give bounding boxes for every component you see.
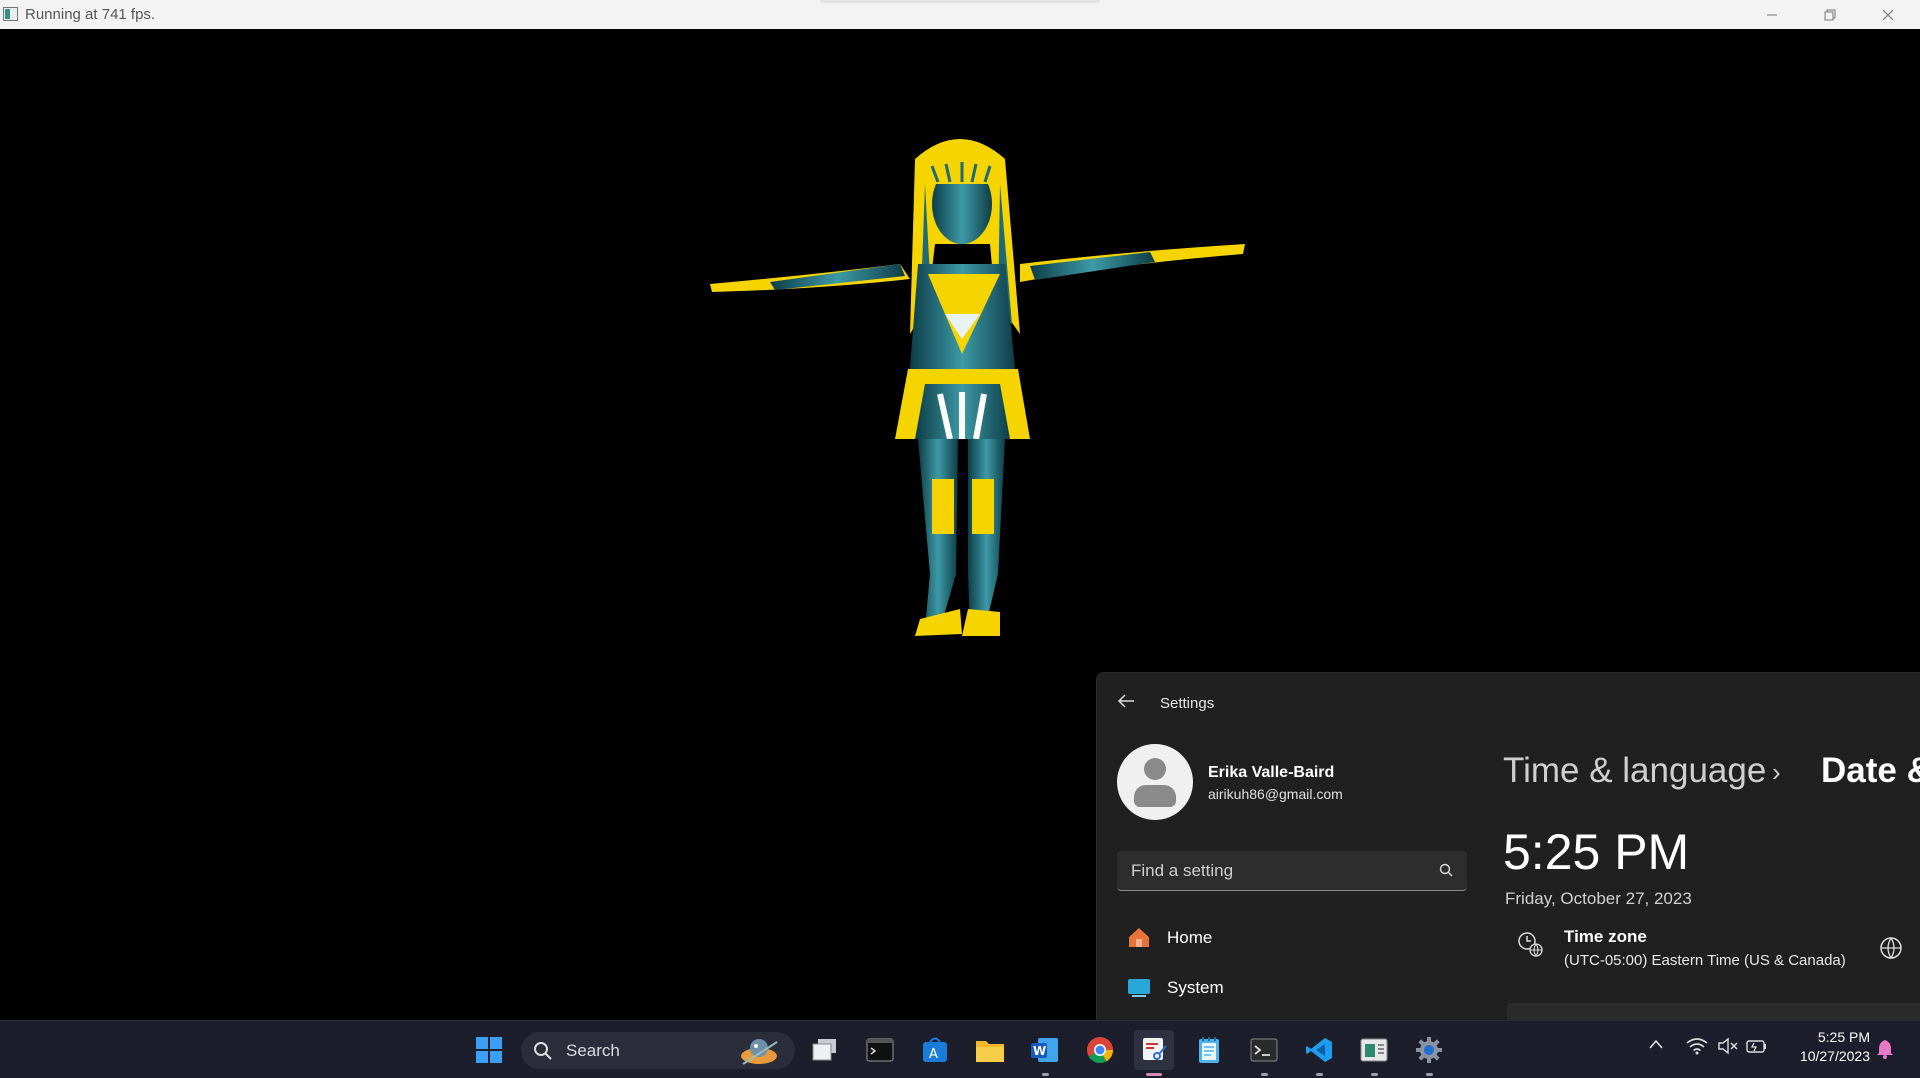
svg-text:A: A	[929, 1047, 938, 1062]
volume-muted-icon[interactable]	[1717, 1037, 1739, 1060]
taskbar-date: 10/27/2023	[1799, 1048, 1870, 1064]
task-view-button[interactable]	[805, 1030, 845, 1070]
snipping-tool-icon	[1143, 1038, 1167, 1060]
command-prompt-icon	[1250, 1038, 1278, 1062]
taskbar-app-terminal[interactable]	[860, 1030, 900, 1070]
search-icon[interactable]	[1439, 863, 1453, 882]
taskbar-clock[interactable]: 5:25 PM 10/27/2023	[1800, 1028, 1870, 1066]
nav-item-home[interactable]: Home	[1117, 918, 1467, 958]
home-icon	[1127, 926, 1151, 953]
taskbar-app-chrome[interactable]	[1080, 1030, 1120, 1070]
minimize-button[interactable]	[1743, 0, 1801, 29]
svg-text:W: W	[1033, 1044, 1046, 1058]
battery-icon[interactable]	[1746, 1037, 1768, 1060]
show-hidden-icons-chevron-icon[interactable]	[1649, 1037, 1663, 1055]
notepad-icon	[1199, 1037, 1219, 1063]
taskbar: Search A W 5:25 PM 10/27/2023	[0, 1020, 1920, 1078]
taskbar-app-word[interactable]: W	[1025, 1030, 1065, 1076]
snap-grip[interactable]	[820, 0, 1100, 3]
search-icon	[533, 1041, 553, 1066]
folder-icon	[976, 1041, 1004, 1062]
system-icon	[1127, 976, 1151, 1003]
taskbar-app-store[interactable]: A	[915, 1030, 955, 1070]
terminal-icon	[866, 1038, 894, 1062]
search-placeholder: Find a setting	[1131, 861, 1234, 880]
time-zone-icon	[1517, 931, 1545, 964]
taskbar-app-file-explorer[interactable]	[970, 1030, 1010, 1070]
app-store-icon: A	[923, 1037, 947, 1062]
gear-icon	[1416, 1037, 1442, 1063]
taskbar-search[interactable]: Search	[521, 1032, 795, 1069]
close-button[interactable]	[1859, 0, 1917, 29]
notification-bell-icon[interactable]	[1876, 1039, 1894, 1064]
wifi-icon[interactable]	[1686, 1037, 1708, 1060]
taskbar-time: 5:25 PM	[1817, 1029, 1870, 1045]
task-view-icon	[812, 1039, 836, 1061]
vscode-icon	[1306, 1038, 1332, 1062]
current-time: 5:25 PM	[1503, 824, 1690, 880]
spreadsheet-app-icon	[1360, 1038, 1388, 1062]
user-email: airikuh86@gmail.com	[1208, 786, 1343, 802]
taskbar-search-label: Search	[566, 1041, 620, 1060]
time-zone-label: Time zone	[1564, 927, 1647, 946]
chrome-icon	[1087, 1037, 1114, 1064]
window-titlebar: Running at 741 fps.	[0, 0, 1920, 30]
restore-icon	[1824, 9, 1836, 20]
user-name: Erika Valle-Baird	[1208, 764, 1335, 781]
character-model	[710, 139, 1245, 636]
window-title: Running at 741 fps.	[25, 6, 156, 23]
breadcrumb-parent[interactable]: Time & language	[1503, 751, 1766, 791]
taskbar-app-terminal-admin[interactable]	[1244, 1030, 1284, 1076]
back-arrow-icon	[1117, 694, 1134, 708]
settings-window: Settings Erika Valle-Baird airikuh86@gma…	[1096, 672, 1920, 1022]
nav-label-home: Home	[1167, 928, 1213, 947]
breadcrumb-current: Date &	[1821, 751, 1920, 790]
taskbar-app-vscode[interactable]	[1299, 1030, 1339, 1076]
time-zone-value: (UTC-05:00) Eastern Time (US & Canada)	[1564, 952, 1846, 969]
word-icon: W	[1031, 1038, 1058, 1062]
back-button[interactable]	[1117, 692, 1135, 713]
search-highlight-icon[interactable]	[733, 1034, 785, 1073]
close-icon	[1882, 9, 1894, 20]
taskbar-app-notepad[interactable]	[1189, 1030, 1229, 1070]
user-avatar[interactable]	[1117, 744, 1193, 820]
globe-icon[interactable]	[1879, 936, 1903, 965]
nav-item-system[interactable]: System	[1117, 968, 1467, 1008]
current-date: Friday, October 27, 2023	[1505, 889, 1692, 908]
nav-label-system: System	[1167, 978, 1224, 997]
taskbar-app-settings[interactable]	[1409, 1030, 1449, 1076]
settings-title: Settings	[1160, 695, 1215, 712]
app-window-icon	[3, 7, 18, 21]
settings-search-input[interactable]: Find a setting	[1117, 851, 1467, 891]
taskbar-app-snipping-tool[interactable]	[1134, 1030, 1174, 1076]
taskbar-app-sheets[interactable]	[1354, 1030, 1394, 1076]
start-button[interactable]	[469, 1030, 509, 1070]
windows-icon	[476, 1037, 502, 1063]
minimize-icon	[1767, 14, 1777, 15]
restore-button[interactable]	[1801, 0, 1859, 29]
chevron-right-icon: ›	[1772, 757, 1781, 787]
